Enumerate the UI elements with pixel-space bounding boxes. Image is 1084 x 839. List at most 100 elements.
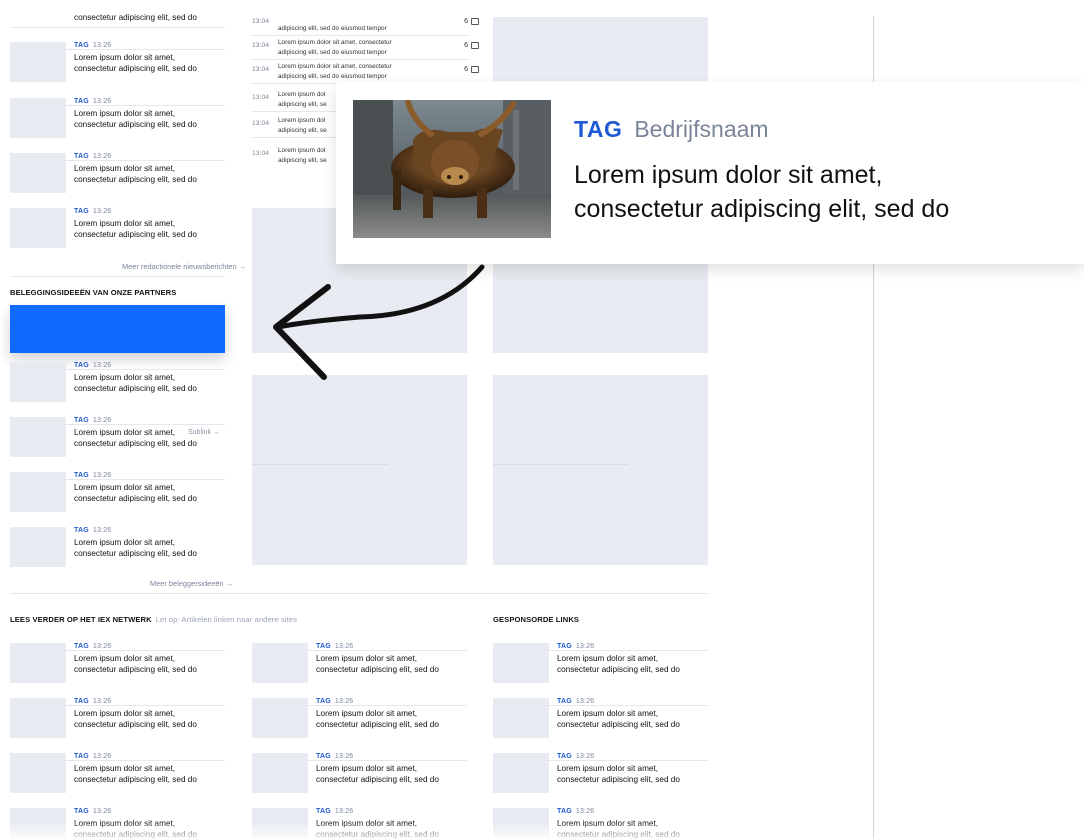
tag-label: TAG [557, 753, 572, 760]
item-title[interactable]: Lorem ipsum dolor sit amet,consectetur a… [74, 653, 197, 675]
ad-placeholder[interactable] [493, 375, 708, 565]
time: 13:04 [252, 42, 270, 49]
item-title[interactable]: Lorem ipsum dolor sit amet,consectetur a… [74, 537, 197, 559]
more-editorial-link[interactable]: Meer redactionele nieuwsberichten → [122, 262, 246, 271]
item-title[interactable]: Lorem ipsum dolor sit amet,consectetur a… [74, 52, 197, 74]
tag-label: TAG [74, 153, 89, 160]
news-text[interactable]: adipiscing elit, sed do eiusmod tempor [278, 14, 387, 33]
tag-label: TAG [316, 808, 331, 815]
time: 13:04 [252, 94, 270, 101]
sublink[interactable]: Sublink → [188, 429, 220, 436]
item-title[interactable]: Lorem ipsum dolor sit amet,consectetur a… [74, 427, 197, 449]
time: 13:26 [92, 417, 112, 424]
comment-icon [471, 18, 479, 25]
ad-placeholder[interactable] [252, 375, 467, 565]
time: 13:04 [252, 18, 270, 25]
zoom-meta: TAG Bedrijfsnaam [574, 116, 769, 143]
news-row[interactable]: 13:04 Lorem ipsum dolor sit amet, consec… [252, 38, 482, 60]
thumbnail [10, 208, 66, 248]
item-title[interactable]: Lorem ipsum dolor sit amet,consectetur a… [74, 482, 197, 504]
tag-label: TAG [316, 698, 331, 705]
zoom-callout-card[interactable]: TAG Bedrijfsnaam Lorem ipsum dolor sit am… [336, 82, 1084, 264]
time: 13:26 [92, 808, 112, 815]
more-ideas-link[interactable]: Meer beleggersideeën → [150, 579, 233, 588]
bull-statue-photo[interactable] [353, 100, 551, 238]
item-title[interactable]: Lorem ipsum dolor sit amet,consectetur a… [74, 218, 197, 240]
tag-label: TAG [557, 643, 572, 650]
time: 13:26 [92, 98, 112, 105]
time: 13:04 [252, 66, 270, 73]
comment-icon [471, 66, 479, 73]
time: 13:26 [334, 643, 354, 650]
tag-label: TAG [74, 698, 89, 705]
thumbnail [10, 42, 66, 82]
tag-label: TAG [74, 808, 89, 815]
top-partial-title[interactable]: consectetur adipiscing elit, sed do [74, 13, 197, 22]
time: 13:26 [334, 698, 354, 705]
news-text[interactable]: Lorem ipsum dol adipiscing elit, se [278, 116, 327, 135]
section-title-iex: LEES VERDER OP HET IEX NETWERK Let op: Ar… [10, 615, 298, 624]
item-title[interactable]: Lorem ipsum dolor sit amet,consectetur a… [316, 653, 439, 675]
comment-count: 6 [464, 18, 468, 25]
tag-label: TAG [557, 808, 572, 815]
item-title[interactable]: Lorem ipsum dolor sit amet,consectetur a… [557, 653, 680, 675]
thumbnail [252, 643, 308, 683]
company-name: Bedrijfsnaam [634, 116, 769, 142]
time: 13:26 [92, 643, 112, 650]
ad-placeholder[interactable] [493, 262, 708, 353]
fade-overlay [0, 822, 873, 839]
tag-label: TAG [74, 362, 89, 369]
news-text[interactable]: Lorem ipsum dolor sit amet, consectetur a… [278, 62, 392, 81]
item-title[interactable]: Lorem ipsum dolor sit amet,consectetur a… [74, 372, 197, 394]
time: 13:26 [92, 362, 112, 369]
section-title-sponsored: GESPONSORDE LINKS [493, 615, 580, 624]
time: 13:26 [334, 753, 354, 760]
news-text[interactable]: Lorem ipsum dolor sit amet, consectetur a… [278, 38, 392, 57]
time: 13:26 [575, 753, 595, 760]
ad-placeholder[interactable] [493, 17, 708, 81]
time: 13:26 [92, 527, 112, 534]
time: 13:26 [92, 153, 112, 160]
news-text[interactable]: Lorem ipsum dol adipiscing elit, se [278, 146, 327, 165]
item-title[interactable]: Lorem ipsum dolor sit amet,consectetur a… [74, 763, 197, 785]
divider [10, 27, 225, 28]
tag-label: TAG [74, 753, 89, 760]
tag-label: TAG [74, 98, 89, 105]
item-title[interactable]: Lorem ipsum dolor sit amet,consectetur a… [74, 708, 197, 730]
item-title[interactable]: Lorem ipsum dolor sit amet,consectetur a… [74, 108, 197, 130]
item-title[interactable]: Lorem ipsum dolor sit amet,consectetur a… [557, 763, 680, 785]
news-text[interactable]: Lorem ipsum dol adipiscing elit, se [278, 90, 327, 109]
section-title-partners: BELEGGINGSIDEEËN VAN ONZE PARTNERS [10, 288, 177, 297]
thumbnail [10, 527, 66, 567]
item-title[interactable]: Lorem ipsum dolor sit amet,consectetur a… [74, 163, 197, 185]
news-row[interactable]: 13:04 adipiscing elit, sed do eiusmod te… [252, 14, 482, 36]
time: 13:04 [252, 150, 270, 157]
item-title[interactable]: Lorem ipsum dolor sit amet,consectetur a… [316, 763, 439, 785]
section-note: Let op: Artikelen linken naar andere sit… [155, 615, 298, 624]
thumbnail [493, 753, 549, 793]
item-title[interactable]: Lorem ipsum dolor sit amet,consectetur a… [557, 708, 680, 730]
news-row[interactable]: 13:04 Lorem ipsum dolor sit amet, consec… [252, 62, 482, 84]
thumbnail [10, 643, 66, 683]
thumbnail [493, 643, 549, 683]
thumbnail [10, 472, 66, 512]
tag-label: TAG [74, 643, 89, 650]
thumbnail [252, 698, 308, 738]
time: 13:26 [92, 472, 112, 479]
time: 13:26 [92, 753, 112, 760]
thumbnail [10, 362, 66, 402]
time: 13:26 [575, 698, 595, 705]
time: 13:04 [252, 120, 270, 127]
comment-count: 6 [464, 66, 468, 73]
tag-label: TAG [557, 698, 572, 705]
tag-label: TAG [74, 208, 89, 215]
partner-banner[interactable] [10, 305, 225, 353]
thumbnail [10, 698, 66, 738]
thumbnail [10, 98, 66, 138]
zoom-title[interactable]: Lorem ipsum dolor sit amet, consectetur … [574, 158, 949, 226]
tag-label: TAG [574, 116, 623, 142]
time: 13:26 [575, 808, 595, 815]
tag-label: TAG [74, 417, 89, 424]
thumbnail [10, 753, 66, 793]
item-title[interactable]: Lorem ipsum dolor sit amet,consectetur a… [316, 708, 439, 730]
